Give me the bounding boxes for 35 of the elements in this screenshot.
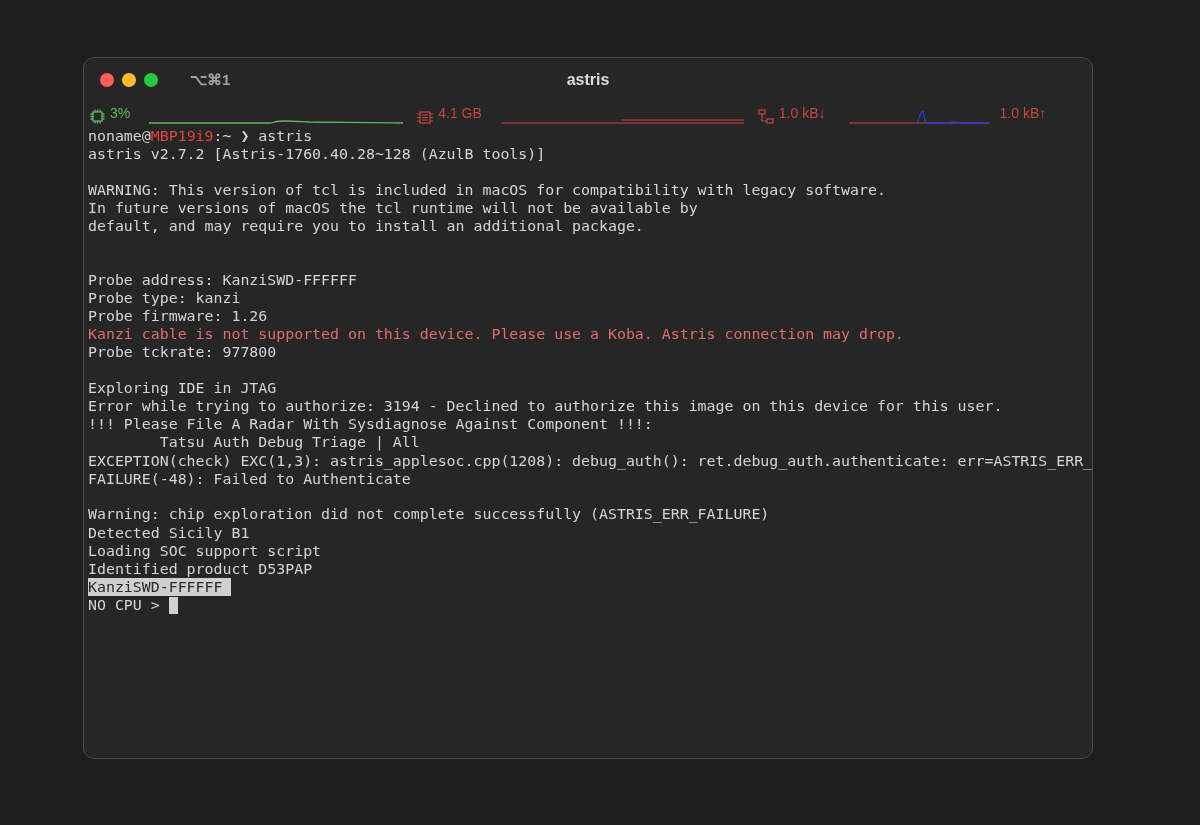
output-line: Exploring IDE in JTAG [88,379,278,398]
cursor [168,596,178,614]
output-line: Probe address: KanziSWD-FFFFFF [88,270,358,289]
tab-shortcut: ⌥⌘1 [190,69,231,90]
network-reading: 1.0 kB↓ [778,104,826,123]
output-line: astris v2.7.2 [Astris-1760.40.28~128 (AzulB tools)] [88,145,547,164]
close-button[interactable] [100,73,114,87]
chip-icon [90,109,105,124]
output-line: !!! Please File A Radar With Sysdiagnose Against Component !!!: [88,415,654,434]
output-line: Loading SOC support script [88,541,323,560]
output-line: EXCEPTION(check) EXC(1,3): astris_applesoc.cpp(1208): debug_auth(): ret.debug_auth.authenticate: err=ASTRIS_ERR_ [88,451,1092,470]
zoom-button[interactable] [144,73,158,87]
output-line: Warning: chip exploration did not complete successfully (ASTRIS_ERR_FAILURE) [88,505,771,524]
prompt-line: noname@MBP19i9:~ ❯ astris [88,127,314,146]
input-prompt: NO CPU > [88,595,161,615]
output-line: Error while trying to authorize: 3194 - Declined to authorize this image on this device for this user. [88,397,1004,416]
output-line: Identified product D53PAP [88,559,314,578]
output-line: Probe type: kanzi [88,288,242,308]
output-line: Tatsu Auth Debug Triage | All [158,433,421,452]
output-line: Probe firmware: 1.26 [88,307,269,326]
output-line: Detected Sicily B1 [88,523,251,542]
cpu-reading: 3% [110,104,131,123]
output-line: In future versions of macOS the tcl runtime will not be available by [88,199,699,218]
memory-icon [417,111,434,124]
minimize-button[interactable] [122,73,136,87]
output-line: WARNING: This version of tcl is included in macOS for compatibility with legacy software. [88,181,887,200]
selected-text: KanziSWD-FFFFFF [88,577,232,596]
upload-reading: 1.0 kB↑ [999,104,1047,123]
memory-reading: 4.1 GB [438,104,482,123]
network-icon [757,109,774,124]
output-line: default, and may require you to install an additional package. [88,217,645,236]
output-line: FAILURE(-48): Failed to Authenticate [88,469,411,488]
error-line: Kanzi cable is not supported on this device. Please use a Koba. Astris connection may drop. [88,325,905,344]
window-title: astris [566,70,610,90]
output-line: Probe tckrate: 977800 [88,343,278,362]
